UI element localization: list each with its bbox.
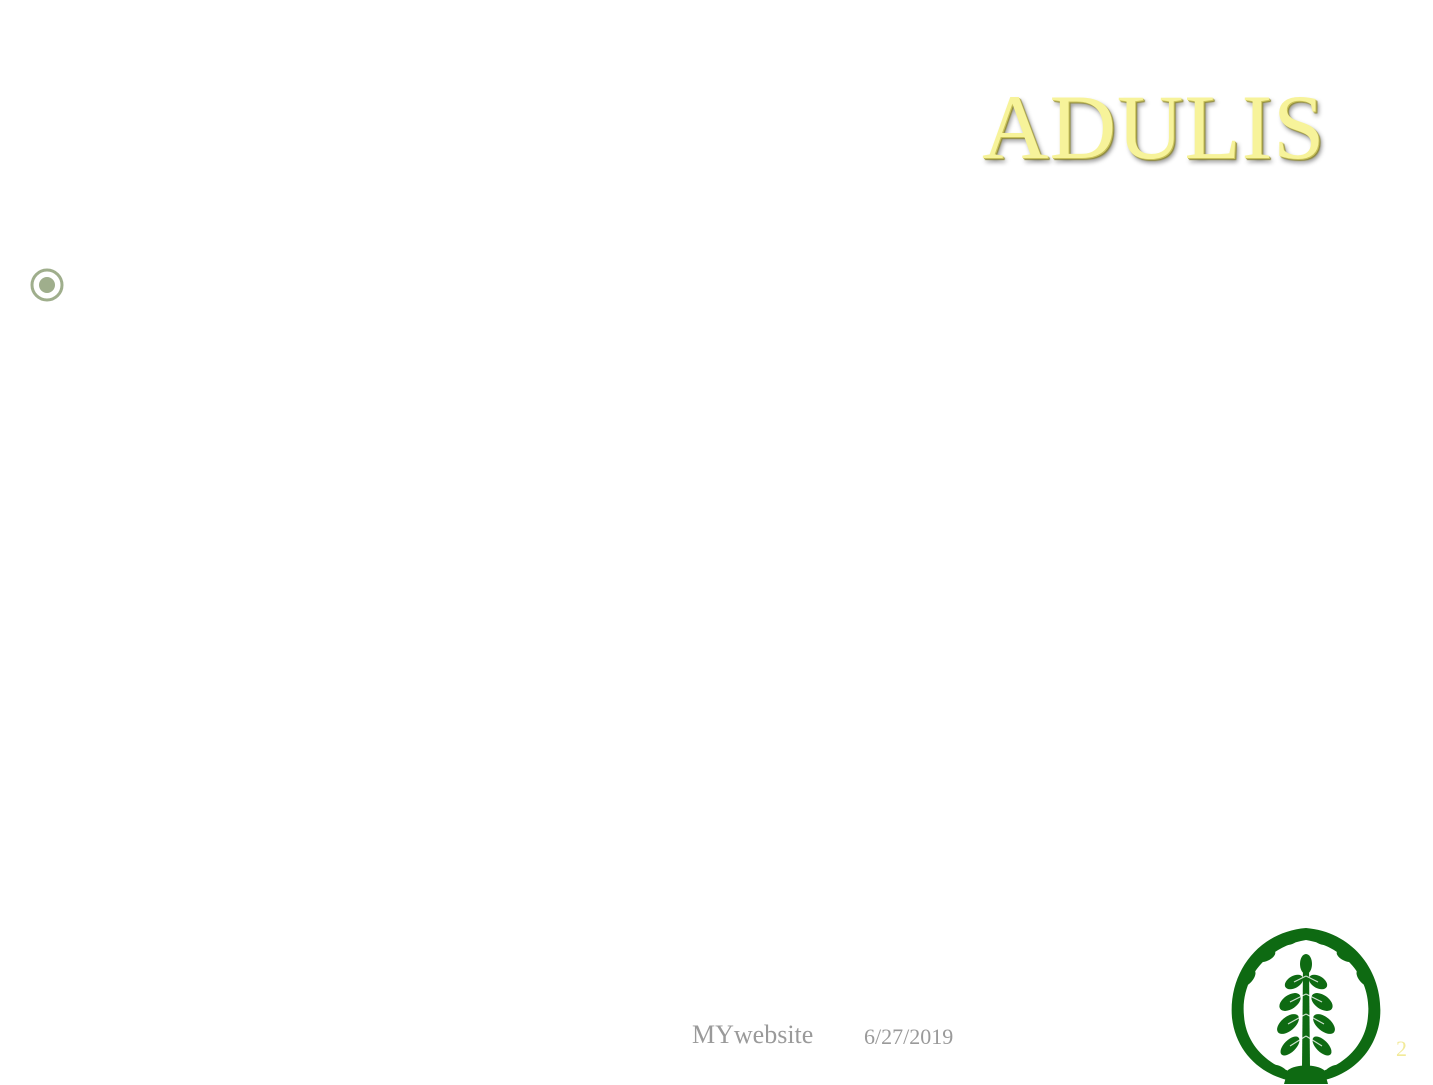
radio-bullet-icon xyxy=(30,268,64,302)
slide-page-number: 2 xyxy=(1396,1036,1407,1061)
slide-title: ADULIS xyxy=(982,76,1326,178)
slide: ADULIS MYwebsite 6/27/2019 2 xyxy=(0,0,1433,1085)
olive-wreath-emblem-icon xyxy=(1231,928,1381,1084)
footer-date: 6/27/2019 xyxy=(864,1024,954,1049)
footer-site-name: MYwebsite xyxy=(692,1020,814,1049)
